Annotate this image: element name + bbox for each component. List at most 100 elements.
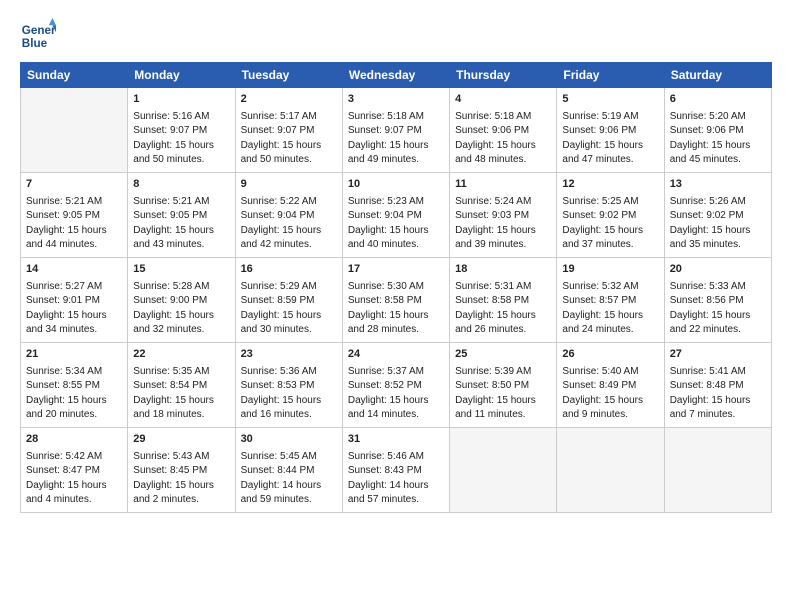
- cell-content: Daylight: 15 hours: [26, 394, 122, 409]
- cell-content: Daylight: 15 hours: [348, 139, 444, 154]
- calendar-cell: 30Sunrise: 5:45 AMSunset: 8:44 PMDayligh…: [235, 427, 342, 512]
- day-number: 15: [133, 262, 229, 278]
- calendar-header-sunday: Sunday: [21, 63, 128, 88]
- day-number: 16: [241, 262, 337, 278]
- cell-content: Sunrise: 5:45 AM: [241, 450, 337, 465]
- calendar-week-row: 28Sunrise: 5:42 AMSunset: 8:47 PMDayligh…: [21, 427, 772, 512]
- cell-content: Sunrise: 5:19 AM: [562, 110, 658, 125]
- day-number: 24: [348, 347, 444, 363]
- cell-content: and 45 minutes.: [670, 153, 766, 168]
- cell-content: Sunset: 9:05 PM: [26, 209, 122, 224]
- cell-content: Sunrise: 5:35 AM: [133, 365, 229, 380]
- cell-content: Sunset: 9:07 PM: [348, 124, 444, 139]
- cell-content: Daylight: 15 hours: [670, 309, 766, 324]
- cell-content: and 35 minutes.: [670, 238, 766, 253]
- day-number: 12: [562, 177, 658, 193]
- cell-content: Sunrise: 5:17 AM: [241, 110, 337, 125]
- cell-content: and 49 minutes.: [348, 153, 444, 168]
- cell-content: Daylight: 15 hours: [670, 224, 766, 239]
- cell-content: Daylight: 15 hours: [670, 394, 766, 409]
- cell-content: and 30 minutes.: [241, 323, 337, 338]
- day-number: 25: [455, 347, 551, 363]
- cell-content: and 7 minutes.: [670, 408, 766, 423]
- cell-content: Sunrise: 5:21 AM: [26, 195, 122, 210]
- cell-content: Sunrise: 5:18 AM: [348, 110, 444, 125]
- cell-content: Sunset: 8:58 PM: [348, 294, 444, 309]
- cell-content: Sunrise: 5:26 AM: [670, 195, 766, 210]
- calendar-header-wednesday: Wednesday: [342, 63, 449, 88]
- calendar-header-monday: Monday: [128, 63, 235, 88]
- cell-content: Daylight: 15 hours: [241, 394, 337, 409]
- cell-content: Daylight: 15 hours: [133, 139, 229, 154]
- cell-content: Sunset: 8:48 PM: [670, 379, 766, 394]
- calendar-cell: 5Sunrise: 5:19 AMSunset: 9:06 PMDaylight…: [557, 88, 664, 173]
- calendar-cell: 1 Sunrise: 5:16 AMSunset: 9:07 PMDaylight…: [128, 88, 235, 173]
- cell-content: Sunrise: 5:24 AM: [455, 195, 551, 210]
- cell-content: and 34 minutes.: [26, 323, 122, 338]
- calendar-cell: 7Sunrise: 5:21 AMSunset: 9:05 PMDaylight…: [21, 172, 128, 257]
- cell-content: Sunset: 8:54 PM: [133, 379, 229, 394]
- cell-content: and 32 minutes.: [133, 323, 229, 338]
- calendar-cell: 21Sunrise: 5:34 AMSunset: 8:55 PMDayligh…: [21, 342, 128, 427]
- cell-content: Sunrise: 5:39 AM: [455, 365, 551, 380]
- cell-content: Sunset: 8:49 PM: [562, 379, 658, 394]
- cell-content: Daylight: 15 hours: [455, 224, 551, 239]
- calendar-cell: 27 Sunrise: 5:41 AMSunset: 8:48 PMDayligh…: [664, 342, 771, 427]
- cell-content: and 14 minutes.: [348, 408, 444, 423]
- cell-content: and 4 minutes.: [26, 493, 122, 508]
- day-number: 1: [133, 92, 229, 108]
- cell-content: and 37 minutes.: [562, 238, 658, 253]
- day-number: 17: [348, 262, 444, 278]
- calendar-cell: 24Sunrise: 5:37 AMSunset: 8:52 PMDayligh…: [342, 342, 449, 427]
- cell-content: Daylight: 15 hours: [562, 309, 658, 324]
- cell-content: Sunrise: 5:46 AM: [348, 450, 444, 465]
- cell-content: Sunrise: 5:42 AM: [26, 450, 122, 465]
- cell-content: Daylight: 15 hours: [241, 309, 337, 324]
- cell-content: Daylight: 15 hours: [133, 224, 229, 239]
- cell-content: and 42 minutes.: [241, 238, 337, 253]
- cell-content: and 39 minutes.: [455, 238, 551, 253]
- cell-content: Daylight: 15 hours: [348, 224, 444, 239]
- cell-content: Sunrise: 5:16 AM: [133, 110, 229, 125]
- header: General Blue: [20, 18, 772, 54]
- calendar-cell: 9Sunrise: 5:22 AMSunset: 9:04 PMDaylight…: [235, 172, 342, 257]
- day-number: 21: [26, 347, 122, 363]
- cell-content: Sunset: 9:06 PM: [455, 124, 551, 139]
- calendar-cell: [664, 427, 771, 512]
- cell-content: Sunrise: 5:18 AM: [455, 110, 551, 125]
- calendar: SundayMondayTuesdayWednesdayThursdayFrid…: [20, 62, 772, 513]
- cell-content: Daylight: 15 hours: [133, 309, 229, 324]
- day-number: 2: [241, 92, 337, 108]
- day-number: 27: [670, 347, 766, 363]
- day-number: 7: [26, 177, 122, 193]
- cell-content: Daylight: 15 hours: [562, 139, 658, 154]
- cell-content: Sunset: 8:52 PM: [348, 379, 444, 394]
- cell-content: and 40 minutes.: [348, 238, 444, 253]
- day-number: 6: [670, 92, 766, 108]
- day-number: 30: [241, 432, 337, 448]
- calendar-cell: 28Sunrise: 5:42 AMSunset: 8:47 PMDayligh…: [21, 427, 128, 512]
- cell-content: Sunset: 9:07 PM: [241, 124, 337, 139]
- cell-content: Sunrise: 5:20 AM: [670, 110, 766, 125]
- day-number: 10: [348, 177, 444, 193]
- cell-content: and 22 minutes.: [670, 323, 766, 338]
- cell-content: Sunset: 8:55 PM: [26, 379, 122, 394]
- cell-content: Sunset: 9:07 PM: [133, 124, 229, 139]
- day-number: 13: [670, 177, 766, 193]
- cell-content: Sunset: 9:00 PM: [133, 294, 229, 309]
- cell-content: Sunset: 8:45 PM: [133, 464, 229, 479]
- page: General Blue SundayMondayTuesdayWednesda…: [0, 0, 792, 525]
- calendar-header-row: SundayMondayTuesdayWednesdayThursdayFrid…: [21, 63, 772, 88]
- calendar-cell: 22Sunrise: 5:35 AMSunset: 8:54 PMDayligh…: [128, 342, 235, 427]
- day-number: 3: [348, 92, 444, 108]
- calendar-cell: 12Sunrise: 5:25 AMSunset: 9:02 PMDayligh…: [557, 172, 664, 257]
- day-number: 9: [241, 177, 337, 193]
- day-number: 14: [26, 262, 122, 278]
- cell-content: Sunrise: 5:41 AM: [670, 365, 766, 380]
- calendar-week-row: 1Sunrise: 5:16 AMSunset: 9:07 PMDaylight…: [21, 88, 772, 173]
- calendar-cell: 19Sunrise: 5:32 AMSunset: 8:57 PMDayligh…: [557, 257, 664, 342]
- cell-content: and 47 minutes.: [562, 153, 658, 168]
- calendar-cell: 14Sunrise: 5:27 AMSunset: 9:01 PMDayligh…: [21, 257, 128, 342]
- cell-content: Daylight: 15 hours: [133, 394, 229, 409]
- cell-content: Sunset: 9:06 PM: [562, 124, 658, 139]
